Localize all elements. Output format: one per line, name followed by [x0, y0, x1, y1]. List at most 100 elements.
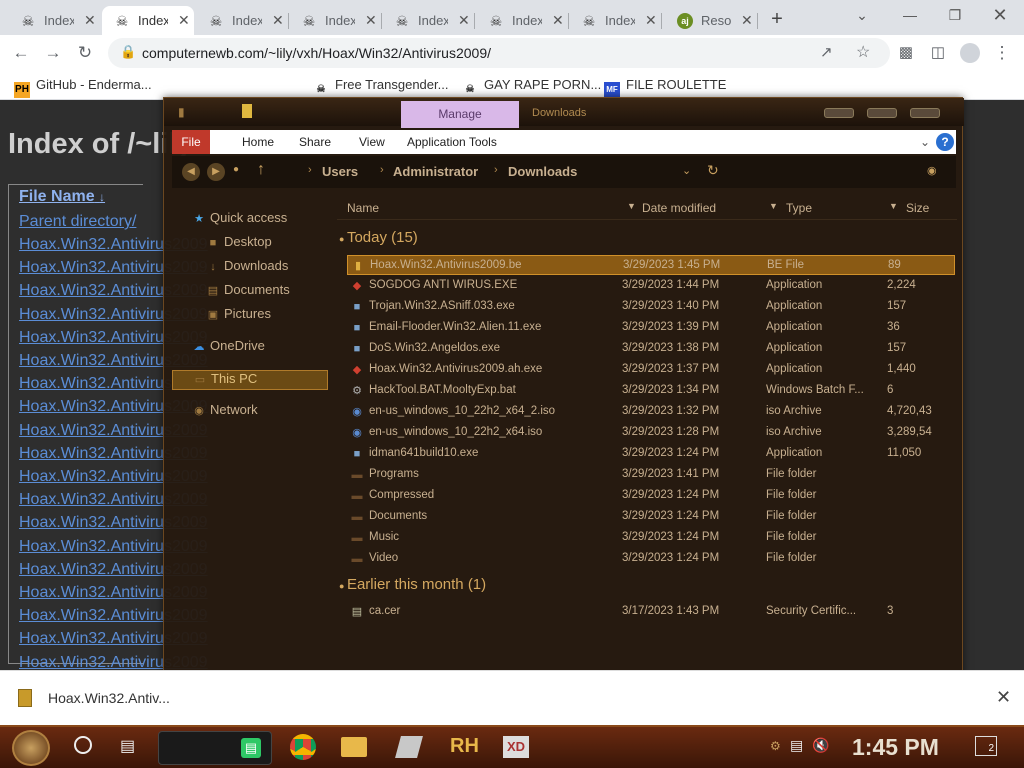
search-taskbar-icon[interactable]: [74, 736, 92, 754]
file-row[interactable]: ◆ Hoax.Win32.Antivirus2009.ah.exe 3/29/202…: [347, 360, 955, 380]
task-view-icon[interactable]: ▤: [120, 736, 135, 756]
crumb-users[interactable]: Users: [322, 164, 358, 179]
minimize-button[interactable]: —: [890, 0, 930, 30]
extensions-icon[interactable]: ▩: [893, 41, 919, 65]
close-tab-icon[interactable]: ✕: [645, 12, 657, 29]
file-row[interactable]: ▤ ca.cer 3/17/2023 1:43 PM Security Certifi…: [347, 602, 955, 622]
url-text[interactable]: computernewb.com/~lily/vxh/Hoax/Win32/An…: [142, 45, 491, 61]
file-row[interactable]: ▬ Programs 3/29/2023 1:41 PM File folder: [347, 465, 955, 485]
recent-locations-icon[interactable]: ●: [233, 164, 239, 175]
expand-ribbon-icon[interactable]: ⌄: [920, 135, 930, 149]
parent-directory-link[interactable]: Parent directory/: [19, 213, 136, 231]
nav-item-onedrive[interactable]: ☁ OneDrive: [172, 338, 328, 358]
profile-avatar[interactable]: [957, 41, 983, 65]
group-header[interactable]: ● Today (15): [339, 229, 418, 246]
close-tab-icon[interactable]: ✕: [365, 12, 377, 29]
nav-item-this-pc[interactable]: ▭ This PC: [172, 370, 328, 390]
tab-manage[interactable]: Manage: [401, 101, 519, 128]
explorer-close[interactable]: [910, 108, 940, 118]
browser-tab[interactable]: ☠ Index ✕: [476, 6, 569, 35]
chrome-taskbar-icon[interactable]: [290, 734, 316, 760]
file-row[interactable]: ⚙ HackTool.BAT.MooltyExp.bat 3/29/2023 1:3…: [347, 381, 955, 401]
start-button[interactable]: [12, 730, 50, 766]
nav-item-documents[interactable]: ▤ Documents: [172, 282, 328, 302]
clock[interactable]: 1:45 PM: [852, 734, 939, 761]
bookmark-github[interactable]: PH GitHub - Enderma...: [14, 77, 152, 98]
lock-icon[interactable]: 🔒: [120, 44, 136, 60]
tab-file[interactable]: File: [172, 130, 210, 154]
file-row[interactable]: ■ DoS.Win32.Angeldos.exe 3/29/2023 1:38 PM…: [347, 339, 955, 359]
maximize-button[interactable]: ❐: [935, 0, 975, 30]
close-shelf-button[interactable]: ✕: [996, 687, 1011, 708]
column-name[interactable]: Name: [347, 201, 379, 215]
bookmark-star-icon[interactable]: ☆: [856, 42, 870, 62]
rh-taskbar-icon[interactable]: RH: [450, 735, 479, 758]
menu-icon[interactable]: ⋮: [989, 41, 1015, 65]
search-icon[interactable]: ◉: [927, 164, 937, 177]
explorer-minimize[interactable]: [824, 108, 854, 118]
column-header-file-name[interactable]: File Name ↓: [19, 188, 105, 206]
crumb-downloads[interactable]: Downloads: [508, 164, 577, 179]
bookmark-free-transgender[interactable]: ☠ Free Transgender...: [313, 77, 449, 98]
forward-nav-icon[interactable]: ▶: [207, 163, 225, 181]
column-type[interactable]: Type: [786, 201, 812, 215]
share-icon[interactable]: ↗: [820, 43, 833, 61]
bookmark-file-roulette[interactable]: MF FILE ROULETTE: [604, 77, 726, 98]
app-taskbar-icon[interactable]: [395, 736, 423, 758]
address-bar[interactable]: 🔒 computernewb.com/~lily/vxh/Hoax/Win32/…: [108, 38, 890, 68]
tray-expand-icon[interactable]: ⚙: [770, 739, 781, 753]
address-dropdown-icon[interactable]: ⌄: [682, 164, 691, 177]
tab-search-icon[interactable]: ⌄: [842, 0, 882, 30]
file-row[interactable]: ▬ Compressed 3/29/2023 1:24 PM File folder: [347, 486, 955, 506]
reload-button[interactable]: ↻: [72, 41, 98, 65]
nav-item-quick-access[interactable]: ★ Quick access: [172, 210, 328, 230]
file-row[interactable]: ■ Trojan.Win32.ASniff.033.exe 3/29/2023 1:…: [347, 297, 955, 317]
file-row[interactable]: ◉ en-us_windows_10_22h2_x64_2.iso 3/29/202…: [347, 402, 955, 422]
nav-item-desktop[interactable]: ■ Desktop: [172, 234, 328, 254]
browser-tab[interactable]: aj Resources ✕: [665, 6, 758, 35]
file-row[interactable]: ▬ Video 3/29/2023 1:24 PM File folder: [347, 549, 955, 569]
explorer-maximize[interactable]: [867, 108, 897, 118]
refresh-icon[interactable]: ↻: [707, 162, 719, 179]
download-item[interactable]: Hoax.Win32.Antiv...: [48, 690, 170, 706]
nav-item-network[interactable]: ◉ Network: [172, 402, 328, 422]
crumb-administrator[interactable]: Administrator: [393, 164, 478, 179]
sheets-app-icon[interactable]: ▤: [241, 738, 261, 758]
close-tab-icon[interactable]: ✕: [741, 12, 753, 29]
nav-item-downloads[interactable]: ↓ Downloads: [172, 258, 328, 278]
file-row[interactable]: ▬ Music 3/29/2023 1:24 PM File folder: [347, 528, 955, 548]
browser-tab[interactable]: ☠ Index ✕: [382, 6, 475, 35]
file-row[interactable]: ■ Email-Flooder.Win32.Alien.11.exe 3/29/20…: [347, 318, 955, 338]
browser-tab[interactable]: ☠ Index ✕: [569, 6, 662, 35]
nav-item-pictures[interactable]: ▣ Pictures: [172, 306, 328, 326]
taskbar-app-slot[interactable]: ▤: [158, 731, 272, 765]
file-row[interactable]: ▮ Hoax.Win32.Antivirus2009.be 3/29/2023 1:…: [347, 255, 955, 275]
column-date-modified[interactable]: Date modified: [642, 201, 716, 215]
close-tab-icon[interactable]: ✕: [84, 12, 96, 29]
forward-button[interactable]: →: [40, 41, 66, 65]
close-tab-icon[interactable]: ✕: [552, 12, 564, 29]
group-header[interactable]: ● Earlier this month (1): [339, 576, 486, 593]
tab-application-tools[interactable]: Application Tools: [407, 135, 497, 149]
explorer-taskbar-icon[interactable]: [341, 737, 367, 757]
browser-tab[interactable]: ☠ Index ✕: [196, 6, 289, 35]
close-tab-icon[interactable]: ✕: [458, 12, 470, 29]
help-icon[interactable]: ?: [936, 133, 954, 151]
tab-home[interactable]: Home: [242, 135, 274, 149]
file-row[interactable]: ▬ Documents 3/29/2023 1:24 PM File folder: [347, 507, 955, 527]
side-panel-icon[interactable]: ◫: [925, 41, 951, 65]
browser-tab[interactable]: ☠ Index ✕: [8, 6, 100, 35]
file-row[interactable]: ◆ SOGDOG ANTI WIRUS.EXE 3/29/2023 1:44 PM A…: [347, 276, 955, 296]
up-arrow-icon[interactable]: ↑: [257, 161, 265, 179]
notification-center-icon[interactable]: 2: [975, 736, 997, 756]
close-window-button[interactable]: ✕: [980, 0, 1020, 30]
column-size[interactable]: Size: [906, 201, 929, 215]
bookmark-gay-rape-porn[interactable]: ☠ GAY RAPE PORN...: [462, 77, 602, 98]
tab-view[interactable]: View: [359, 135, 385, 149]
close-tab-icon[interactable]: ✕: [178, 12, 190, 29]
browser-tab[interactable]: ☠ Index ✕: [289, 6, 382, 35]
new-tab-button[interactable]: +: [762, 6, 792, 32]
xd-taskbar-icon[interactable]: XD: [503, 736, 529, 758]
browser-tab[interactable]: ☠ Index ✕: [102, 6, 194, 35]
back-button[interactable]: ←: [8, 41, 34, 65]
